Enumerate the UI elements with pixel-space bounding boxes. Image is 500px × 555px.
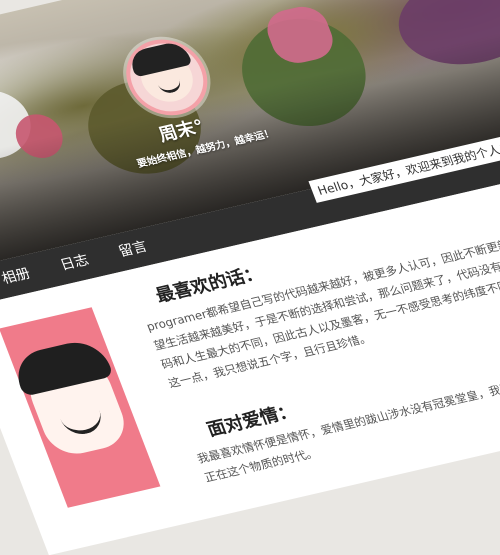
profile-face-icon <box>18 347 133 460</box>
profile-photo <box>0 307 161 508</box>
avatar-face-icon <box>133 48 201 107</box>
page: 周末° 要始终相信，越努力，越幸运！ 相册 日志 留言 Hello，大家好，欢迎… <box>0 0 500 555</box>
